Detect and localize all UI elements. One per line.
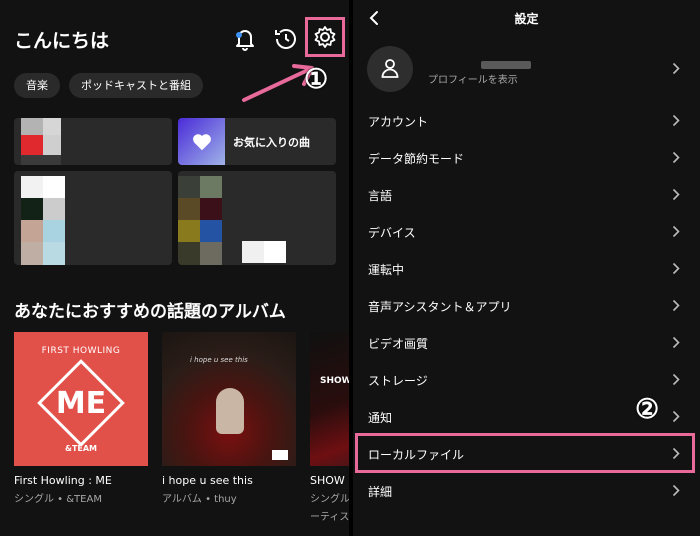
history-icon[interactable]	[273, 26, 299, 52]
page-title: 設定	[514, 12, 539, 26]
settings-row-label: 通知	[368, 411, 393, 425]
settings-row[interactable]: 音声アシスタント＆アプリ	[353, 287, 700, 324]
chevron-right-icon	[672, 114, 680, 127]
album-art: SHOW	[310, 332, 349, 466]
settings-row-label: 言語	[368, 189, 393, 203]
settings-row[interactable]: デバイス	[353, 213, 700, 250]
chevron-right-icon	[672, 225, 680, 238]
home-screen: こんにちは 音楽 ポッドキャストと番組 ① お気に入りの曲 あなたにおすすめの話…	[0, 0, 349, 536]
album-art-text: FIRST HOWLING	[41, 346, 121, 356]
album-art: i hope u see this	[162, 332, 296, 466]
album-subtitle: シングル	[310, 494, 349, 505]
album-title: First Howling : ME	[14, 474, 112, 487]
chevron-right-icon	[672, 151, 680, 164]
chevron-right-icon	[672, 484, 680, 497]
album-card[interactable]: SHOW SHOW N シングル ーティス	[310, 332, 349, 523]
annotation-marker-1: ①	[304, 64, 329, 95]
heart-icon	[193, 134, 211, 151]
settings-row[interactable]: アカウント	[353, 102, 700, 139]
chip-music[interactable]: 音楽	[14, 73, 60, 98]
annotation-marker-2: ②	[635, 394, 660, 425]
filter-chips: 音楽 ポッドキャストと番組	[14, 73, 203, 98]
shortcut-card[interactable]	[178, 171, 336, 265]
settings-row[interactable]: ストレージ	[353, 361, 700, 398]
album-art-text: i hope u see this	[190, 356, 248, 364]
album-title: SHOW N	[310, 474, 349, 487]
settings-row-label: デバイス	[368, 226, 416, 240]
album-subtitle: シングル • &TEAM	[14, 494, 102, 505]
bell-icon[interactable]	[232, 26, 258, 52]
settings-row-label: データ節約モード	[368, 152, 465, 166]
chevron-right-icon	[672, 299, 680, 312]
album-art: FIRST HOWLING ME &TEAM	[14, 332, 148, 466]
settings-row-label: アカウント	[368, 115, 429, 129]
album-art-figure	[216, 388, 244, 434]
local-files-highlight-box	[355, 433, 695, 473]
section-title: あなたにおすすめの話題のアルバム	[14, 302, 286, 322]
avatar[interactable]	[367, 46, 413, 92]
settings-row[interactable]: 言語	[353, 176, 700, 213]
chevron-right-icon	[672, 188, 680, 201]
chevron-right-icon	[672, 336, 680, 349]
chevron-right-icon	[672, 410, 680, 423]
album-card[interactable]: FIRST HOWLING ME &TEAM First Howling : M…	[14, 332, 148, 505]
album-art-text: ME	[55, 386, 107, 421]
album-subtitle-line2: ーティス	[310, 512, 349, 523]
chip-podcasts[interactable]: ポッドキャストと番組	[69, 73, 203, 98]
liked-songs-card[interactable]: お気に入りの曲	[178, 118, 336, 165]
shortcut-card[interactable]	[14, 171, 172, 265]
user-icon	[381, 59, 399, 78]
settings-row-label: 運転中	[368, 263, 405, 277]
chevron-right-icon	[672, 262, 680, 275]
notification-dot	[236, 32, 242, 38]
settings-row[interactable]: データ節約モード	[353, 139, 700, 176]
profile-subtitle[interactable]: プロフィールを表示	[428, 71, 518, 86]
settings-row[interactable]: 運転中	[353, 250, 700, 287]
annotation-arrow	[242, 64, 314, 102]
greeting-title: こんにちは	[14, 30, 110, 52]
settings-row-label: 音声アシスタント＆アプリ	[368, 300, 512, 314]
profile-name-redacted	[481, 61, 531, 69]
liked-songs-label: お気に入りの曲	[233, 136, 310, 149]
album-card[interactable]: i hope u see this i hope u see this アルバム…	[162, 332, 296, 505]
album-subtitle: アルバム • thuy	[162, 494, 237, 505]
shortcut-card[interactable]	[14, 118, 172, 165]
album-art-text: &TEAM	[64, 444, 98, 453]
chevron-right-icon	[672, 373, 680, 386]
settings-gear-icon[interactable]	[312, 24, 338, 50]
settings-row[interactable]: 詳細	[353, 472, 700, 509]
settings-row-label: 詳細	[368, 485, 393, 499]
album-title: i hope u see this	[162, 474, 253, 487]
liked-songs-thumbnail	[178, 118, 225, 165]
settings-row[interactable]: ビデオ画質	[353, 324, 700, 361]
settings-row-label: ストレージ	[368, 374, 428, 388]
chevron-right-icon[interactable]	[672, 62, 680, 75]
album-art-text: SHOW	[320, 376, 349, 386]
parental-advisory-label	[272, 450, 288, 460]
settings-row-label: ビデオ画質	[368, 337, 429, 351]
